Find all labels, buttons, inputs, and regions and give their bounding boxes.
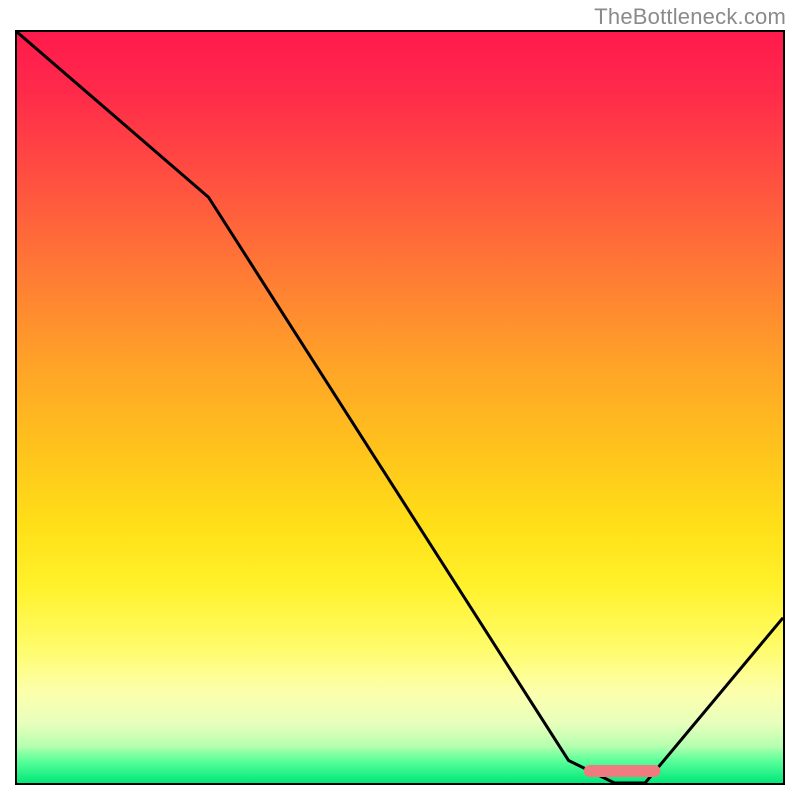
bottleneck-curve-path	[17, 32, 783, 783]
optimum-marker	[584, 765, 661, 777]
bottleneck-chart: TheBottleneck.com	[0, 0, 800, 800]
watermark-label: TheBottleneck.com	[594, 4, 786, 30]
curve-layer	[17, 32, 783, 783]
plot-area	[15, 30, 785, 785]
